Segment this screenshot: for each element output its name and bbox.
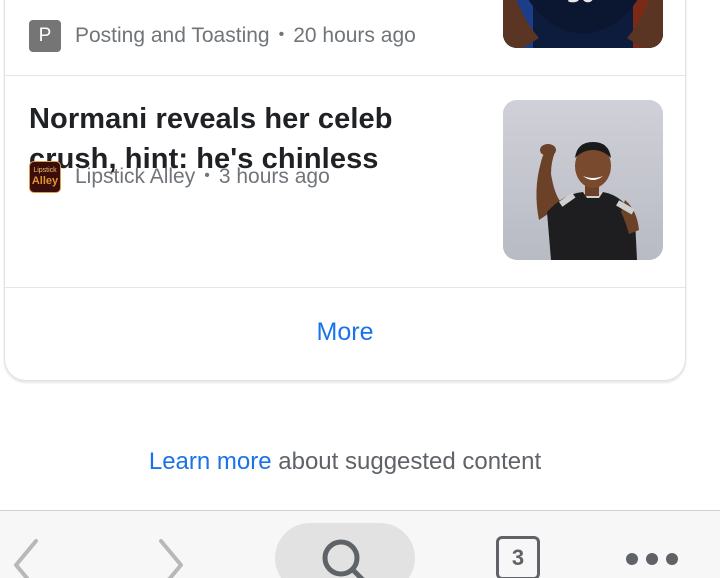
story-source: Posting and Toasting xyxy=(75,24,270,47)
page: P Posting and Toasting • 20 hours ago 30… xyxy=(0,0,720,578)
more-button[interactable]: More xyxy=(5,318,685,347)
bottom-toolbar: 3 xyxy=(0,510,720,578)
story-time: 3 hours ago xyxy=(218,165,330,188)
search-button[interactable] xyxy=(275,523,415,578)
story-time: 20 hours ago xyxy=(293,24,416,47)
search-icon xyxy=(322,539,365,578)
svg-text:30: 30 xyxy=(567,0,595,7)
suggested-content-note: Learn more about suggested content xyxy=(0,448,690,476)
story-thumbnail[interactable] xyxy=(503,100,663,260)
menu-dot xyxy=(646,553,658,565)
menu-dot xyxy=(666,553,678,565)
more-options-icon[interactable] xyxy=(626,553,678,565)
person-photo-image xyxy=(503,100,663,260)
tab-switcher-button[interactable]: 3 xyxy=(496,536,540,578)
learn-more-text: about suggested content xyxy=(278,448,542,475)
separator-dot: • xyxy=(204,167,210,184)
publisher-icon: Lipstick Alley xyxy=(29,161,61,193)
chevron-right-icon xyxy=(159,539,183,578)
chevron-left-icon xyxy=(14,539,38,578)
publisher-icon-text: Alley xyxy=(31,175,59,187)
story-source-row: Lipstick Alley Lipstick Alley • 3 hours … xyxy=(29,161,330,193)
story-source-row: P Posting and Toasting • 20 hours ago xyxy=(29,20,416,52)
more-row[interactable]: More xyxy=(5,288,685,380)
story-thumbnail[interactable]: 30 xyxy=(503,0,663,48)
learn-more-link[interactable]: Learn more xyxy=(149,448,272,475)
forward-button[interactable] xyxy=(155,535,189,578)
separator-dot: • xyxy=(278,26,285,43)
story-item[interactable]: P Posting and Toasting • 20 hours ago 30 xyxy=(5,0,685,76)
back-button[interactable] xyxy=(8,535,42,578)
menu-dot xyxy=(626,553,638,565)
story-item[interactable]: Normani reveals her celeb crush, hint: h… xyxy=(5,75,685,288)
publisher-icon: P xyxy=(29,20,61,52)
basketball-player-image: 30 xyxy=(503,0,663,48)
publisher-icon-text: Lipstick xyxy=(33,167,57,174)
story-source: Lipstick Alley xyxy=(75,165,196,188)
news-card: P Posting and Toasting • 20 hours ago 30… xyxy=(4,0,686,381)
